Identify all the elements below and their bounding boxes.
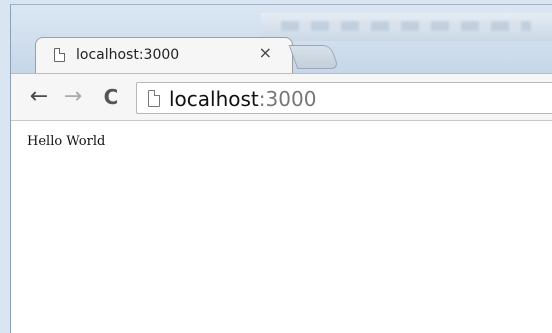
address-bar[interactable]: localhost:3000 xyxy=(136,82,552,114)
page-text: Hello World xyxy=(27,134,106,149)
forward-icon[interactable]: → xyxy=(59,85,87,109)
url-port: :3000 xyxy=(258,87,317,111)
page-content: Hello World xyxy=(11,121,552,333)
new-tab-button[interactable] xyxy=(288,45,340,69)
browser-window: localhost:3000 × ← → C localhost:3000 He… xyxy=(10,4,552,333)
browser-toolbar: ← → C localhost:3000 xyxy=(11,73,552,121)
url-text[interactable]: localhost:3000 xyxy=(169,87,316,111)
tab-title: localhost:3000 xyxy=(76,47,180,63)
url-host: localhost xyxy=(169,87,259,111)
reload-icon[interactable]: C xyxy=(97,85,125,109)
page-icon xyxy=(148,90,160,107)
active-tab[interactable]: localhost:3000 × xyxy=(35,37,293,73)
background-window-blur xyxy=(261,13,552,41)
close-icon[interactable]: × xyxy=(259,45,272,61)
back-icon[interactable]: ← xyxy=(25,85,53,109)
tab-strip: localhost:3000 × xyxy=(11,5,552,73)
page-icon xyxy=(54,48,65,62)
